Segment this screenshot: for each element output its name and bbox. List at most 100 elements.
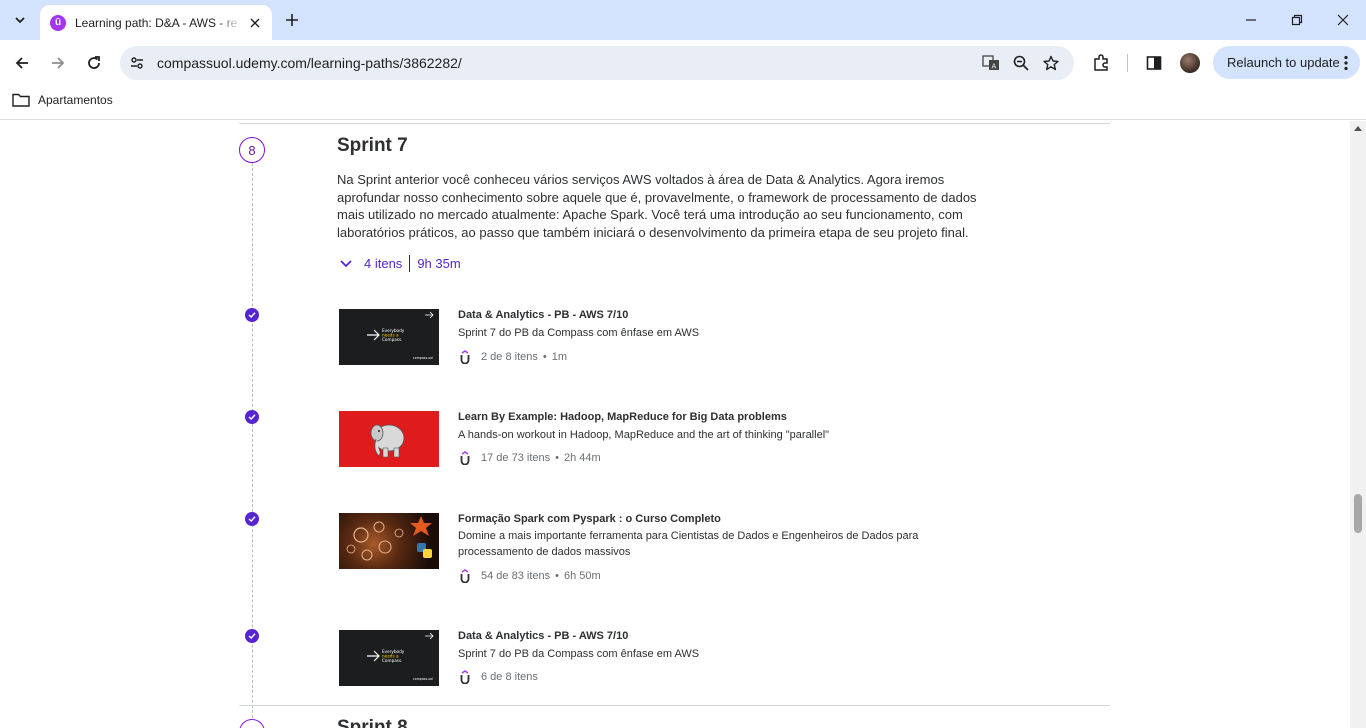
thumb-brand: compass.uol xyxy=(413,356,433,360)
section-description: Na Sprint anterior você conheceu vários … xyxy=(337,172,977,240)
course-duration: 2h 44m xyxy=(563,452,601,464)
side-panel-button[interactable] xyxy=(1140,49,1168,77)
thumb-text-line3: Compass. xyxy=(382,658,402,663)
next-section-title: Sprint 8 xyxy=(337,717,408,728)
thumb-brand: compass.uol xyxy=(413,677,433,681)
bookmark-folder-apartamentos[interactable]: Apartamentos xyxy=(12,93,113,107)
section-title: Sprint 7 xyxy=(337,135,408,156)
course-title[interactable]: Data & Analytics - PB - AWS 7/10 xyxy=(458,630,628,642)
course-thumbnail-hadoop[interactable] xyxy=(339,411,439,467)
star-icon xyxy=(1043,55,1059,71)
arrow-right-icon xyxy=(52,57,65,69)
svg-text:A: A xyxy=(992,63,997,71)
tab-close-button[interactable] xyxy=(246,14,264,32)
meta-separator xyxy=(409,255,411,272)
completed-check-icon xyxy=(245,410,259,424)
course-progress: 6 de 8 itens xyxy=(481,671,538,683)
course-title[interactable]: Data & Analytics - PB - AWS 7/10 xyxy=(458,309,628,321)
udemy-logo-icon xyxy=(458,450,472,466)
reload-icon xyxy=(88,56,100,69)
toolbar-divider xyxy=(1127,54,1128,72)
section-duration: 9h 35m xyxy=(417,256,461,271)
course-progress: 17 de 73 itens xyxy=(481,452,551,464)
side-panel-icon xyxy=(1146,56,1162,70)
bookmarks-bar: Apartamentos xyxy=(0,86,1366,120)
translate-button[interactable]: A xyxy=(976,49,1006,77)
chevron-down-icon xyxy=(338,256,354,272)
elephant-icon xyxy=(370,424,405,458)
scrollbar-thumb[interactable] xyxy=(1354,494,1362,533)
spark-star-icon xyxy=(410,516,432,536)
course-thumbnail-compass[interactable]: Everybody needs a Compass. compass.uol xyxy=(339,309,439,365)
site-info-button[interactable] xyxy=(123,49,151,77)
course-meta: 6 de 8 itens xyxy=(458,669,538,685)
udemy-logo-icon xyxy=(458,669,472,685)
browser-toolbar: compassuol.udemy.com/learning-paths/3862… xyxy=(0,40,1366,86)
profile-avatar[interactable] xyxy=(1180,53,1200,73)
section-divider-top xyxy=(239,123,1110,124)
restore-button[interactable] xyxy=(1274,0,1320,40)
tab-bar: ū Learning path: D&A - AWS - re xyxy=(0,0,1366,40)
bookmark-star-button[interactable] xyxy=(1036,49,1066,77)
bookmark-label: Apartamentos xyxy=(38,93,113,107)
course-thumbnail-compass[interactable]: Everybody needs a Compass. compass.uol xyxy=(339,630,439,686)
reload-button[interactable] xyxy=(78,47,110,79)
course-subtitle: Domine a mais importante ferramenta para… xyxy=(458,530,919,558)
step-number-badge: 8 xyxy=(239,137,265,163)
address-bar[interactable]: compassuol.udemy.com/learning-paths/3862… xyxy=(120,46,1074,80)
course-thumbnail-spark[interactable] xyxy=(339,513,439,569)
course-subtitle: Sprint 7 do PB da Compass com ênfase em … xyxy=(458,648,700,660)
udemy-favicon-icon: ū xyxy=(50,14,66,31)
url-text: compassuol.udemy.com/learning-paths/3862… xyxy=(157,55,462,71)
course-duration: 1m xyxy=(551,351,568,363)
completed-check-icon xyxy=(245,308,259,322)
course-subtitle: A hands-on workout in Hadoop, MapReduce … xyxy=(458,429,830,441)
course-subtitle: Sprint 7 do PB da Compass com ênfase em … xyxy=(458,327,700,339)
minimize-icon xyxy=(1246,19,1256,21)
translate-icon: A xyxy=(982,55,999,71)
udemy-logo-icon xyxy=(458,568,472,584)
page-scrollbar[interactable] xyxy=(1350,121,1366,728)
folder-icon xyxy=(12,93,30,107)
meta-dot: • xyxy=(555,452,559,464)
new-tab-button[interactable] xyxy=(280,8,304,32)
arrow-left-icon xyxy=(15,57,28,69)
section-divider-bottom xyxy=(239,705,1110,706)
next-step-badge xyxy=(239,719,265,728)
meta-dot: • xyxy=(555,570,559,582)
tab-search-button[interactable] xyxy=(8,8,32,32)
plus-icon xyxy=(286,14,298,26)
chevron-down-icon xyxy=(15,17,25,24)
zoom-out-icon xyxy=(1013,55,1029,71)
relaunch-button[interactable]: Relaunch to update xyxy=(1213,46,1360,79)
meta-dot: • xyxy=(542,351,547,363)
section-items-count: 4 itens xyxy=(364,256,403,271)
zoom-button[interactable] xyxy=(1006,49,1036,77)
scroll-up-icon xyxy=(1354,126,1362,131)
course-duration: 6h 50m xyxy=(563,570,601,582)
completed-check-icon xyxy=(245,512,259,526)
close-window-button[interactable] xyxy=(1320,0,1366,40)
course-title[interactable]: Learn By Example: Hadoop, MapReduce for … xyxy=(458,411,787,423)
close-icon xyxy=(250,18,260,27)
more-menu-icon[interactable] xyxy=(1344,55,1348,74)
back-button[interactable] xyxy=(6,47,38,79)
timeline-line xyxy=(252,163,253,728)
restore-icon xyxy=(1291,14,1303,26)
course-meta: 54 de 83 itens • 6h 50m xyxy=(458,568,601,584)
minimize-button[interactable] xyxy=(1228,0,1274,40)
course-meta: 2 de 8 itens • 1m xyxy=(458,349,567,365)
course-progress: 54 de 83 itens xyxy=(481,570,551,582)
tune-icon xyxy=(131,57,143,69)
forward-button[interactable] xyxy=(42,47,74,79)
extensions-button[interactable] xyxy=(1087,49,1115,77)
relaunch-label: Relaunch to update xyxy=(1227,55,1340,70)
browser-tab-active[interactable]: ū Learning path: D&A - AWS - re xyxy=(40,5,272,40)
course-progress: 2 de 8 itens xyxy=(481,351,538,363)
thumb-text-line3: Compass. xyxy=(382,337,402,342)
close-icon xyxy=(1337,14,1349,26)
course-title[interactable]: Formação Spark com Pyspark : o Curso Com… xyxy=(458,513,721,525)
section-toggle[interactable]: 4 itens 9h 35m xyxy=(338,255,461,272)
udemy-logo-icon xyxy=(458,349,472,365)
tab-title: Learning path: D&A - AWS - re xyxy=(75,15,238,30)
